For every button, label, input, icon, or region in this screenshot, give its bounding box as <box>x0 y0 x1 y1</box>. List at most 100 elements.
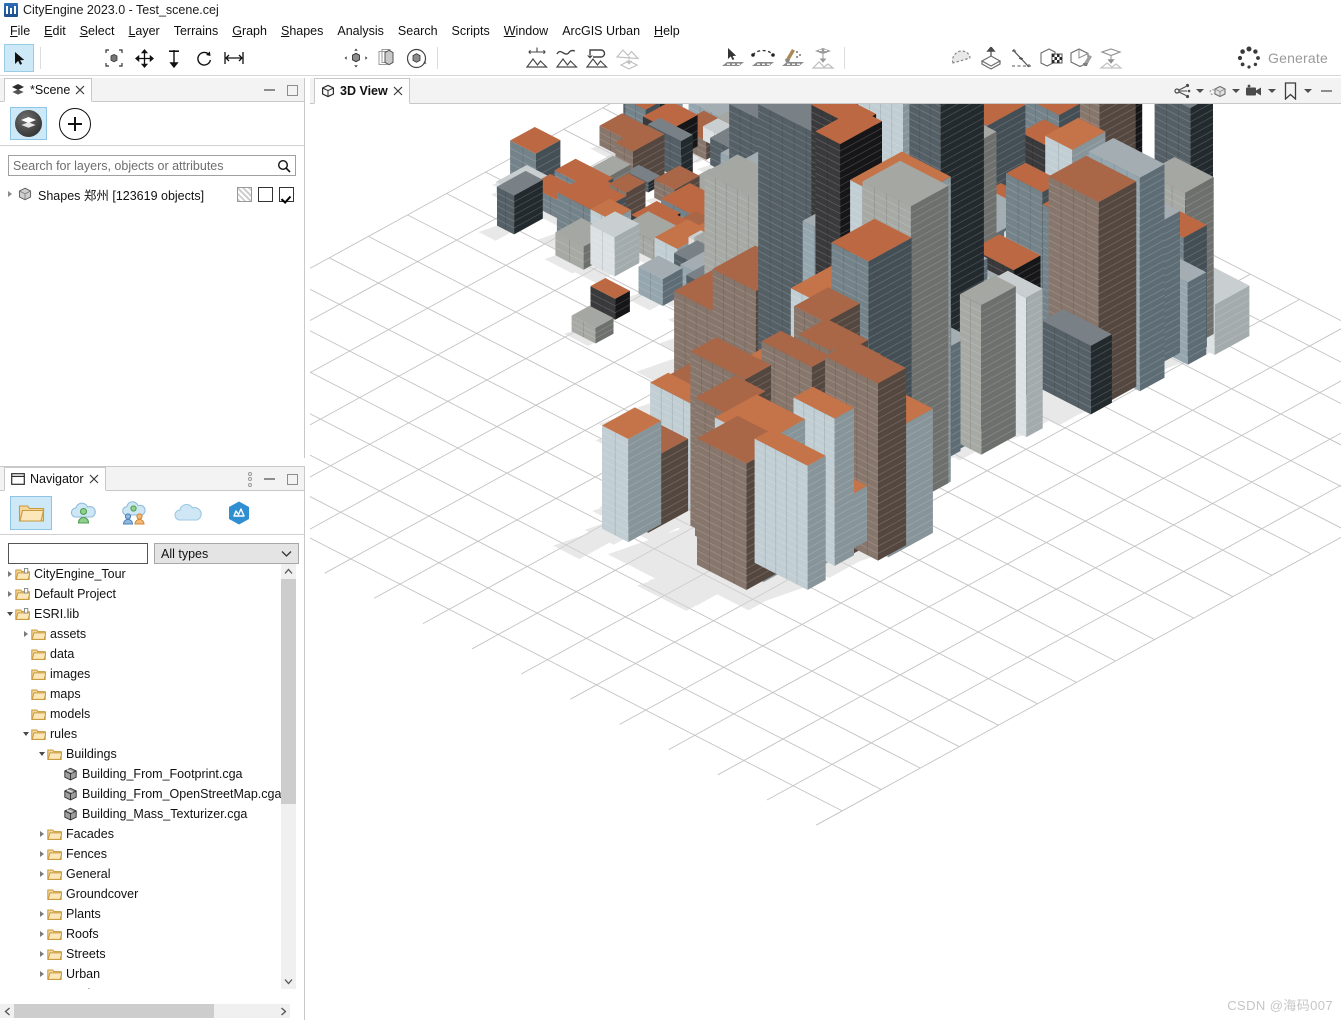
navigator-tree[interactable]: CityEngine_Tour Default Project ESRI.lib as… <box>0 564 290 989</box>
tree-item[interactable]: data <box>0 644 290 664</box>
tree-item[interactable]: ESRI.lib <box>0 604 290 624</box>
3d-viewport[interactable]: CSDN @海码007 <box>310 104 1341 1020</box>
scrollbar-thumb[interactable] <box>14 1004 214 1018</box>
menu-item-graph[interactable]: Graph <box>225 23 274 39</box>
layer-lock-toggle[interactable] <box>258 186 273 202</box>
tree-item[interactable]: General <box>0 864 290 884</box>
layers-sphere-button[interactable] <box>10 107 47 140</box>
expand-caret-icon[interactable] <box>8 191 12 197</box>
local-folder-button[interactable] <box>10 495 52 530</box>
tab-3d-view[interactable]: 3D View <box>314 78 410 104</box>
tree-item[interactable]: Building_From_OpenStreetMap.cga <box>0 784 290 804</box>
close-icon[interactable] <box>89 474 99 484</box>
collapse-caret-icon[interactable] <box>36 752 47 756</box>
menu-item-terrains[interactable]: Terrains <box>167 23 225 39</box>
add-layer-button[interactable] <box>59 107 91 140</box>
navigator-horizontal-scrollbar[interactable] <box>0 1004 290 1018</box>
expand-caret-icon[interactable] <box>36 851 47 857</box>
chevron-down-icon[interactable] <box>1232 89 1240 93</box>
tree-item[interactable]: Groundcover <box>0 884 290 904</box>
minimize-icon[interactable] <box>264 478 275 480</box>
arcgis-online-button[interactable] <box>218 496 260 530</box>
maximize-icon[interactable] <box>287 84 298 96</box>
tree-item[interactable]: Roofs <box>0 924 290 944</box>
menu-item-window[interactable]: Window <box>497 23 555 39</box>
share-view-icon[interactable] <box>1171 80 1193 102</box>
cleanup-shapes-tool-button[interactable] <box>1066 44 1096 72</box>
expand-caret-icon[interactable] <box>20 631 31 637</box>
expand-caret-icon[interactable] <box>36 831 47 837</box>
tree-item[interactable]: Urban <box>0 964 290 984</box>
navigator-search-box[interactable] <box>8 543 187 564</box>
expand-caret-icon[interactable] <box>4 571 15 577</box>
scrollbar-thumb[interactable] <box>281 579 296 804</box>
terrain-flatten-tool-button[interactable] <box>582 44 612 72</box>
chevron-down-icon[interactable] <box>1196 89 1204 93</box>
tree-item[interactable]: maps <box>0 684 290 704</box>
menu-item-file[interactable]: File <box>3 23 37 39</box>
tree-item[interactable]: rules <box>0 724 290 744</box>
measure-tool-button[interactable] <box>1006 44 1036 72</box>
chevron-down-icon[interactable] <box>1268 89 1276 93</box>
terrain-align-tool-button[interactable] <box>612 44 642 72</box>
layer-row-shapes[interactable]: Shapes 郑州 [123619 objects] <box>0 183 304 205</box>
model-display-icon[interactable] <box>1207 80 1229 102</box>
street-align-terrain-tool-button[interactable] <box>808 44 838 72</box>
bookmark-icon[interactable] <box>1279 80 1301 102</box>
scroll-down-icon[interactable] <box>281 974 296 989</box>
stretch-tool-button[interactable] <box>219 44 249 72</box>
tree-item[interactable]: Plants <box>0 904 290 924</box>
layers-tool-button[interactable] <box>371 44 401 72</box>
minimize-icon[interactable] <box>264 89 275 91</box>
shape-extrude-tool-button[interactable] <box>976 44 1006 72</box>
menu-item-layer[interactable]: Layer <box>121 23 166 39</box>
orbit-tool-button[interactable] <box>401 44 431 72</box>
rotate-tool-button[interactable] <box>189 44 219 72</box>
view-menu-icon[interactable] <box>248 471 252 487</box>
terrain-offset-tool-button[interactable] <box>522 44 552 72</box>
generate-button[interactable] <box>1234 44 1264 72</box>
scroll-up-icon[interactable] <box>281 564 296 579</box>
expand-caret-icon[interactable] <box>36 971 47 977</box>
menu-item-analysis[interactable]: Analysis <box>330 23 391 39</box>
tree-item[interactable]: Fences <box>0 844 290 864</box>
close-icon[interactable] <box>393 86 403 96</box>
collapse-caret-icon[interactable] <box>20 732 31 736</box>
cloud-button[interactable] <box>166 496 208 530</box>
menu-item-scripts[interactable]: Scripts <box>445 23 497 39</box>
tree-item[interactable]: Default Project <box>0 584 290 604</box>
search-icon[interactable] <box>277 159 291 173</box>
align-shapes-terrain-tool-button[interactable] <box>1096 44 1126 72</box>
menu-item-arcgis-urban[interactable]: ArcGIS Urban <box>555 23 647 39</box>
move-tool-button[interactable] <box>129 44 159 72</box>
navigate-tool-button[interactable] <box>341 44 371 72</box>
navigator-vertical-scrollbar[interactable] <box>281 564 296 989</box>
tree-item[interactable]: Streets <box>0 944 290 964</box>
scroll-left-icon[interactable] <box>0 1004 14 1018</box>
expand-caret-icon[interactable] <box>36 871 47 877</box>
layer-hatch-toggle[interactable] <box>237 186 252 202</box>
street-clean-tool-button[interactable] <box>778 44 808 72</box>
my-content-cloud-button[interactable] <box>62 496 104 530</box>
terrain-smooth-tool-button[interactable] <box>552 44 582 72</box>
shared-content-cloud-button[interactable] <box>114 496 156 530</box>
scale-tool-button[interactable] <box>99 44 129 72</box>
texture-tool-button[interactable] <box>1036 44 1066 72</box>
tab-navigator[interactable]: Navigator <box>4 467 106 491</box>
close-icon[interactable] <box>75 85 85 95</box>
push-pull-tool-button[interactable] <box>159 44 189 72</box>
tree-item[interactable]: Building_Mass_Texturizer.cga <box>0 804 290 824</box>
tab-scene[interactable]: *Scene <box>4 78 93 102</box>
tree-item[interactable]: Facades <box>0 824 290 844</box>
expand-caret-icon[interactable] <box>36 931 47 937</box>
tree-item[interactable]: CityEngine_Tour <box>0 564 290 584</box>
menu-item-shapes[interactable]: Shapes <box>274 23 330 39</box>
maximize-icon[interactable] <box>287 473 298 485</box>
scene-search-input[interactable] <box>13 158 277 173</box>
menu-item-help[interactable]: Help <box>647 23 687 39</box>
expand-caret-icon[interactable] <box>36 911 47 917</box>
street-curve-tool-button[interactable] <box>748 44 778 72</box>
minimize-icon[interactable] <box>1315 80 1337 102</box>
expand-caret-icon[interactable] <box>36 951 47 957</box>
tree-item[interactable]: Building_From_Footprint.cga <box>0 764 290 784</box>
